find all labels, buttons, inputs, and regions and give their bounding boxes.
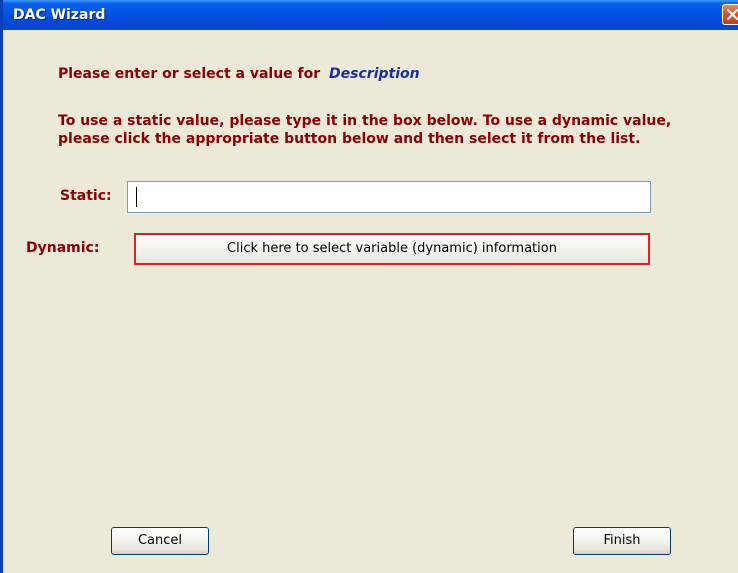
static-value-input[interactable] (127, 181, 651, 213)
cancel-button[interactable]: Cancel (111, 527, 209, 555)
title-bar[interactable]: DAC Wizard (3, 0, 738, 30)
window-title: DAC Wizard (13, 7, 106, 23)
prompt-field-name: Description (329, 66, 420, 82)
prompt-text: Please enter or select a value for Descr… (58, 66, 420, 82)
dac-wizard-window: DAC Wizard Please enter or select a valu… (0, 0, 738, 573)
close-button[interactable] (722, 4, 738, 25)
finish-button[interactable]: Finish (573, 527, 671, 555)
select-dynamic-info-button[interactable]: Click here to select variable (dynamic) … (134, 233, 650, 265)
close-icon (727, 9, 738, 20)
prompt-label: Please enter or select a value for (58, 66, 321, 82)
static-label: Static: (60, 188, 112, 204)
text-caret (136, 187, 137, 207)
dialog-body: Please enter or select a value for Descr… (3, 30, 738, 573)
dynamic-label: Dynamic: (26, 240, 100, 256)
instructions-text: To use a static value, please type it in… (58, 113, 672, 147)
